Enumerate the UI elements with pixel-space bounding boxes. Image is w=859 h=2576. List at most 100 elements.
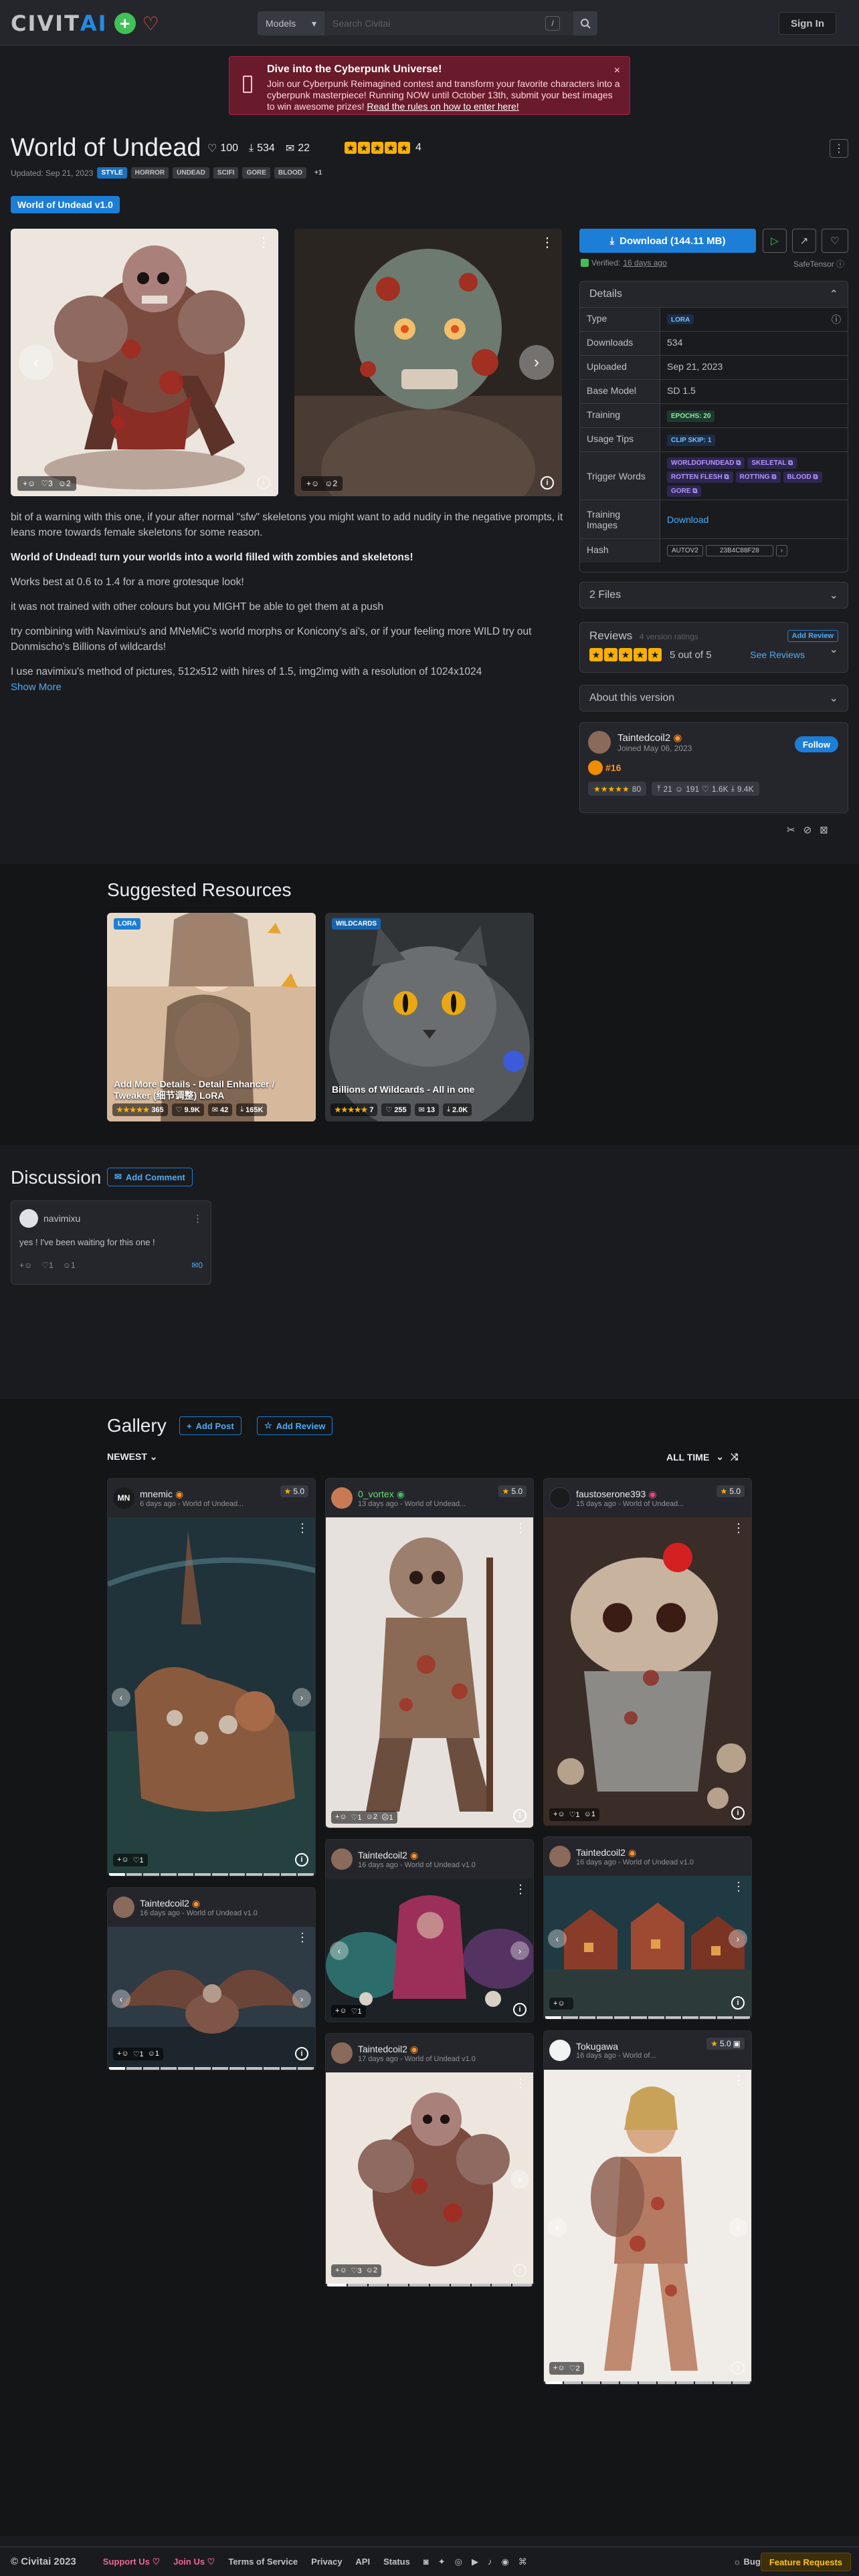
user-avatar[interactable] (549, 2040, 571, 2061)
more-options-button[interactable]: ⋮ (830, 139, 848, 158)
user-name[interactable]: 0_vortex (358, 1489, 394, 1499)
footer-terms-link[interactable]: Terms of Service (228, 2557, 298, 2567)
replies-count[interactable]: ✉0 (191, 1261, 203, 1270)
previous-image-button[interactable]: ‹ (548, 2218, 567, 2237)
next-image-button[interactable]: › (510, 2170, 529, 2189)
image-reactions[interactable]: +☺ ♡1 ☺1 (549, 1808, 600, 1821)
suggested-card-lora[interactable]: LORA Add More Details - Detail Enhancer … (107, 913, 316, 1121)
user-name[interactable]: mnemic (140, 1489, 173, 1499)
next-image-button[interactable]: › (729, 2218, 747, 2237)
no-commercial-icon[interactable]: ✂ (787, 824, 795, 836)
image-reactions[interactable]: +☺ ♡3 ☺2 (331, 2264, 382, 2277)
user-name[interactable]: Taintedcoil2 (358, 2044, 407, 2054)
add-comment-button[interactable]: ✉ Add Comment (107, 1168, 193, 1186)
tag-blood[interactable]: BLOOD (274, 167, 307, 179)
image-info-icon[interactable]: i (731, 1996, 745, 2010)
footer-support-link[interactable]: Support Us ♡ (103, 2557, 160, 2567)
shuffle-icon[interactable]: ⤨ (731, 1451, 738, 1463)
gallery-card[interactable]: Taintedcoil2 ◉ 16 days ago - World of Unde… (107, 1887, 316, 2070)
image-info-icon[interactable]: i (513, 2003, 527, 2016)
civitai-logo[interactable]: CIVITAI + ♡ (11, 11, 159, 36)
tag-undead[interactable]: UNDEAD (173, 167, 209, 179)
user-avatar[interactable] (549, 1487, 571, 1509)
info-circle-icon[interactable]: ⓘ (832, 313, 841, 326)
search-type-select[interactable]: Models ▾ (258, 11, 324, 35)
like-button[interactable]: ♡ (822, 229, 848, 253)
trigger-word-chip[interactable]: ROTTEN FLESH ⧉ (667, 471, 733, 483)
user-avatar[interactable] (113, 1897, 134, 1918)
feature-requests-button[interactable]: Feature Requests (760, 2553, 851, 2571)
gallery-image[interactable]: ‹ › ⋮ +☺ i (544, 1876, 751, 2019)
image-menu-icon[interactable]: ⋮ (514, 2076, 527, 2090)
add-post-button[interactable]: + Add Post (179, 1416, 242, 1435)
comment-menu-icon[interactable]: ⋮ (193, 1212, 203, 1224)
twitter-icon[interactable]: ✦ (438, 2557, 446, 2567)
tag-more[interactable]: +1 (310, 167, 326, 179)
gallery-image[interactable]: ⋮ +☺ ♡1 ☺1 i (544, 1517, 751, 1825)
next-image-button[interactable]: › (292, 1990, 311, 2008)
image-menu-icon[interactable]: ⋮ (296, 1931, 308, 1945)
user-avatar[interactable] (331, 1848, 353, 1870)
files-accordion[interactable]: 2 Files ⌄ (579, 582, 848, 609)
gallery-image[interactable]: ⋮ +☺ ♡1 ☺2 ☹1 i (326, 1517, 533, 1828)
image-info-icon[interactable]: i (295, 1853, 308, 1866)
trigger-word-chip[interactable]: WORLDOFUNDEAD ⧉ (667, 457, 745, 469)
image-info-icon[interactable]: i (731, 2361, 745, 2375)
sort-select[interactable]: NEWEST ⌄ (107, 1451, 158, 1463)
run-model-button[interactable]: ▷ (763, 229, 787, 253)
previous-image-button[interactable]: ‹ (548, 1929, 567, 1948)
user-name[interactable]: Taintedcoil2 (358, 1850, 407, 1860)
gallery-card[interactable]: 0_vortex ◉ 13 days ago - World of Undead..… (325, 1478, 534, 1828)
no-selling-icon[interactable]: ⊠ (820, 824, 828, 836)
image-info-icon[interactable]: i (513, 2264, 527, 2277)
creator-name[interactable]: Taintedcoil2 (617, 732, 670, 744)
github-icon[interactable]: ⌘ (518, 2557, 527, 2567)
search-button[interactable] (573, 11, 597, 35)
chevron-down-icon[interactable]: ⌄ (830, 643, 838, 656)
user-name[interactable]: faustoserone393 (576, 1489, 646, 1499)
comment-card[interactable]: navimixu ⋮ yes ! I've been waiting for t… (11, 1200, 211, 1285)
training-images-download-link[interactable]: Download (660, 500, 848, 538)
gallery-card[interactable]: Tokugawa 16 days ago - World of... ★ 5.0 ▣ … (543, 2030, 752, 2385)
user-name[interactable]: Taintedcoil2 (140, 1898, 189, 1909)
gallery-card[interactable]: MN mnemic ◉ 6 days ago - World of Undead..… (107, 1478, 316, 1876)
image-menu-icon[interactable]: ⋮ (733, 2074, 745, 2088)
user-avatar[interactable] (549, 1846, 571, 1867)
next-image-button[interactable]: › (510, 1941, 529, 1960)
version-selector-button[interactable]: World of Undead v1.0 (11, 196, 120, 213)
image-reactions[interactable]: +☺ ♡1 (331, 2005, 366, 2018)
no-generation-icon[interactable]: ⊘ (803, 824, 812, 836)
tag-horror[interactable]: HORROR (130, 167, 169, 179)
trigger-word-chip[interactable]: ROTTING ⧉ (735, 471, 781, 483)
copy-hash-icon[interactable]: › (775, 545, 788, 556)
previous-image-button[interactable]: ‹ (112, 1688, 130, 1707)
next-image-button[interactable]: › (729, 1929, 747, 1948)
image-menu-icon[interactable]: ⋮ (733, 1880, 745, 1894)
commenter-avatar[interactable] (19, 1209, 38, 1228)
commenter-name[interactable]: navimixu (43, 1213, 80, 1224)
show-more-link[interactable]: Show More (11, 681, 62, 693)
alert-close-button[interactable]: × (614, 65, 620, 77)
image-info-icon[interactable]: i (295, 2047, 308, 2060)
gallery-image[interactable]: ‹ › ⋮ +☺ ♡1 i (326, 1879, 533, 2022)
image-menu-icon[interactable]: ⋮ (514, 1883, 527, 1897)
alert-rules-link[interactable]: Read the rules on how to enter here! (367, 101, 518, 112)
verified-date[interactable]: 16 days ago (623, 258, 666, 267)
user-avatar[interactable]: MN (113, 1487, 134, 1509)
user-avatar[interactable] (331, 1487, 353, 1509)
image-reactions[interactable]: +☺ (549, 1998, 573, 2010)
reddit-icon[interactable]: ◉ (501, 2557, 508, 2567)
reaction-count[interactable]: ☺1 (63, 1261, 76, 1270)
gallery-image[interactable]: ‹ › ⋮ +☺ ♡1 i (108, 1517, 315, 1876)
gallery-add-review-button[interactable]: ☆ Add Review (257, 1416, 333, 1435)
trigger-word-chip[interactable]: GORE ⧉ (667, 486, 702, 497)
share-button[interactable]: ↗ (792, 229, 816, 253)
hash-type-select[interactable]: AUTOV2 (667, 545, 703, 556)
next-image-button[interactable]: › (292, 1688, 311, 1707)
period-select[interactable]: ALL TIME ⌄ ⤨ (666, 1451, 738, 1463)
image-info-icon[interactable]: i (731, 1806, 745, 1820)
tag-scifi[interactable]: SCIFI (213, 167, 239, 179)
image-menu-icon[interactable]: ⋮ (541, 234, 554, 251)
image-menu-icon[interactable]: ⋮ (257, 234, 270, 251)
gallery-image[interactable]: › ⋮ +☺ ♡3 ☺2 i (326, 2072, 533, 2286)
